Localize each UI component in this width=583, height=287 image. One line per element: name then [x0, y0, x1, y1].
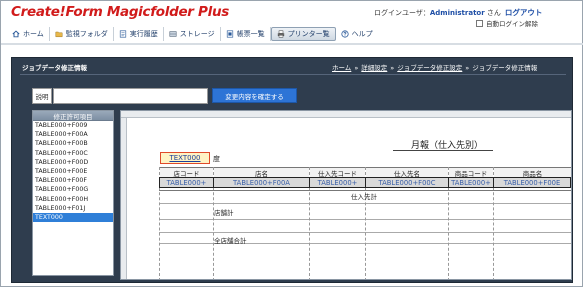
nav-item-storage[interactable]: ストレージ — [164, 26, 221, 41]
text000-field[interactable]: TEXT000 — [160, 152, 210, 164]
nav-item-printer-list[interactable]: プリンター覧 — [270, 26, 336, 41]
field-store-name[interactable]: TABLE000+F00A — [213, 177, 310, 188]
list-item-selected[interactable]: TEXT000 — [33, 212, 113, 223]
auto-login-checkbox[interactable] — [476, 19, 483, 27]
field-supplier-name[interactable]: TABLE000+F00C — [365, 177, 449, 188]
breadcrumb-separator: » — [390, 64, 395, 72]
column-header-store-name: 店名 — [214, 168, 309, 177]
column-header-supplier-name: 仕入先名 — [366, 168, 448, 177]
ruler-top — [121, 111, 571, 118]
printer-icon — [277, 30, 284, 37]
nav-item-label: 帳票一覧 — [236, 29, 265, 38]
app-window: Create!Form Magicfolder Plus ログインユーザ：Adm… — [0, 0, 583, 287]
list-item[interactable]: TABLE000+F00A — [33, 130, 113, 139]
panel-title: ジョブデータ修正情報 — [22, 64, 87, 72]
list-item[interactable]: TABLE000+F01J — [33, 204, 113, 213]
breadcrumb-job-data-settings[interactable]: ジョブデータ修正設定 — [397, 64, 462, 72]
grid-line — [571, 167, 572, 280]
home-icon — [12, 30, 20, 37]
report-canvas: 月報（仕入先別） TEXT000 度 店コード 店名 仕入先コード 仕入先名 商… — [120, 110, 572, 280]
column-header-product-name: 商品名 — [494, 168, 571, 177]
breadcrumb-detail-settings[interactable]: 詳細設定 — [361, 64, 387, 72]
login-user-suffix: さん — [486, 9, 501, 17]
list-item[interactable]: TABLE000+F00F — [33, 176, 113, 185]
column-header-product-code: 商品コード — [449, 168, 493, 177]
column-header-supplier-code: 仕入先コード — [310, 168, 365, 177]
main-nav: ホーム 監視フォルダ 実行履歴 ストレージ 帳票一覧 プリンター覧 ヘルプ — [7, 26, 378, 41]
help-icon — [341, 29, 349, 38]
subtotal-supplier: 仕入先計 — [351, 193, 377, 201]
history-icon — [119, 29, 126, 38]
nav-item-label: ヘルプ — [351, 29, 373, 38]
list-item[interactable]: TABLE000+F00E — [33, 167, 113, 176]
grand-total: 全店舗合計 — [214, 237, 247, 245]
description-input[interactable] — [53, 88, 208, 104]
login-user-name[interactable]: Administrator — [430, 9, 485, 17]
logout-link[interactable]: ログアウト — [505, 8, 543, 17]
list-item[interactable]: TABLE000+F00D — [33, 158, 113, 167]
field-supplier-code[interactable]: TABLE000+ — [309, 177, 366, 188]
list-item[interactable]: TABLE000+F009 — [33, 121, 113, 130]
job-data-panel: ジョブデータ修正情報 ホーム» 詳細設定» ジョブデータ修正設定» ジョブデータ修正情… — [11, 57, 573, 283]
panel-divider — [20, 74, 566, 75]
list-item[interactable]: TABLE000+F00C — [33, 149, 113, 158]
confirm-changes-button[interactable]: 変更内容を確定する — [212, 88, 297, 103]
nav-item-label: ホーム — [23, 29, 44, 38]
field-product-name[interactable]: TABLE000+F00E — [493, 177, 571, 188]
login-status: ログインユーザ：Administrator さん ログアウト — [374, 7, 542, 18]
list-item[interactable]: TABLE000+F00B — [33, 139, 113, 148]
nav-item-label: 監視フォルダ — [65, 29, 108, 38]
nav-item-label: 実行履歴 — [129, 29, 158, 38]
list-item[interactable]: TABLE000+F00G — [33, 185, 113, 194]
ruler-left — [121, 118, 127, 279]
storage-icon — [169, 30, 177, 37]
breadcrumb-separator: » — [465, 64, 470, 72]
column-header-store-code: 店コード — [160, 168, 213, 177]
nav-item-watch-folder[interactable]: 監視フォルダ — [50, 26, 114, 41]
nav-item-label: ストレージ — [179, 29, 215, 38]
auto-login-release[interactable]: 自動ログイン解除 — [476, 18, 538, 28]
subtotal-store: 店舗計 — [214, 209, 234, 217]
text000-suffix: 度 — [213, 155, 220, 163]
auto-login-label: 自動ログイン解除 — [486, 20, 538, 28]
editable-items-header: 修正許可項目 — [33, 111, 113, 121]
breadcrumb: ホーム» 詳細設定» ジョブデータ修正設定» ジョブデータ修正情報 — [332, 62, 537, 72]
field-store-code[interactable]: TABLE000+ — [159, 177, 214, 188]
form-list-icon — [226, 29, 233, 38]
nav-item-help[interactable]: ヘルプ — [336, 27, 378, 41]
breadcrumb-current: ジョブデータ修正情報 — [472, 64, 538, 72]
nav-item-label: プリンター覧 — [287, 29, 330, 38]
nav-item-home[interactable]: ホーム — [7, 26, 50, 41]
list-item[interactable]: TABLE000+F00H — [33, 195, 113, 204]
field-product-code[interactable]: TABLE000+ — [448, 177, 494, 188]
folder-icon — [55, 31, 63, 37]
nav-item-form-list[interactable]: 帳票一覧 — [221, 26, 271, 41]
editable-items-list: 修正許可項目 TABLE000+F009 TABLE000+F00A TABLE… — [32, 110, 114, 276]
login-user-prefix: ログインユーザ： — [374, 9, 430, 17]
breadcrumb-home[interactable]: ホーム — [332, 64, 351, 72]
nav-item-history[interactable]: 実行履歴 — [114, 26, 164, 41]
nav-divider — [1, 43, 583, 45]
title-underline — [393, 150, 493, 151]
description-label: 説明 — [32, 88, 52, 104]
app-logo: Create!Form Magicfolder Plus — [11, 4, 230, 20]
breadcrumb-separator: » — [354, 64, 359, 72]
